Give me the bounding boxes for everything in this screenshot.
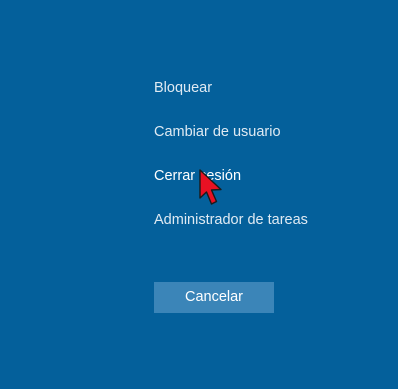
menu-item-switch-user[interactable]: Cambiar de usuario <box>154 123 281 141</box>
cancel-button[interactable]: Cancelar <box>154 282 274 313</box>
menu-item-task-manager[interactable]: Administrador de tareas <box>154 211 308 229</box>
menu-item-sign-out[interactable]: Cerrar sesión <box>154 167 241 185</box>
security-options-screen: Bloquear Cambiar de usuario Cerrar sesió… <box>0 0 398 389</box>
menu-item-lock[interactable]: Bloquear <box>154 79 212 97</box>
